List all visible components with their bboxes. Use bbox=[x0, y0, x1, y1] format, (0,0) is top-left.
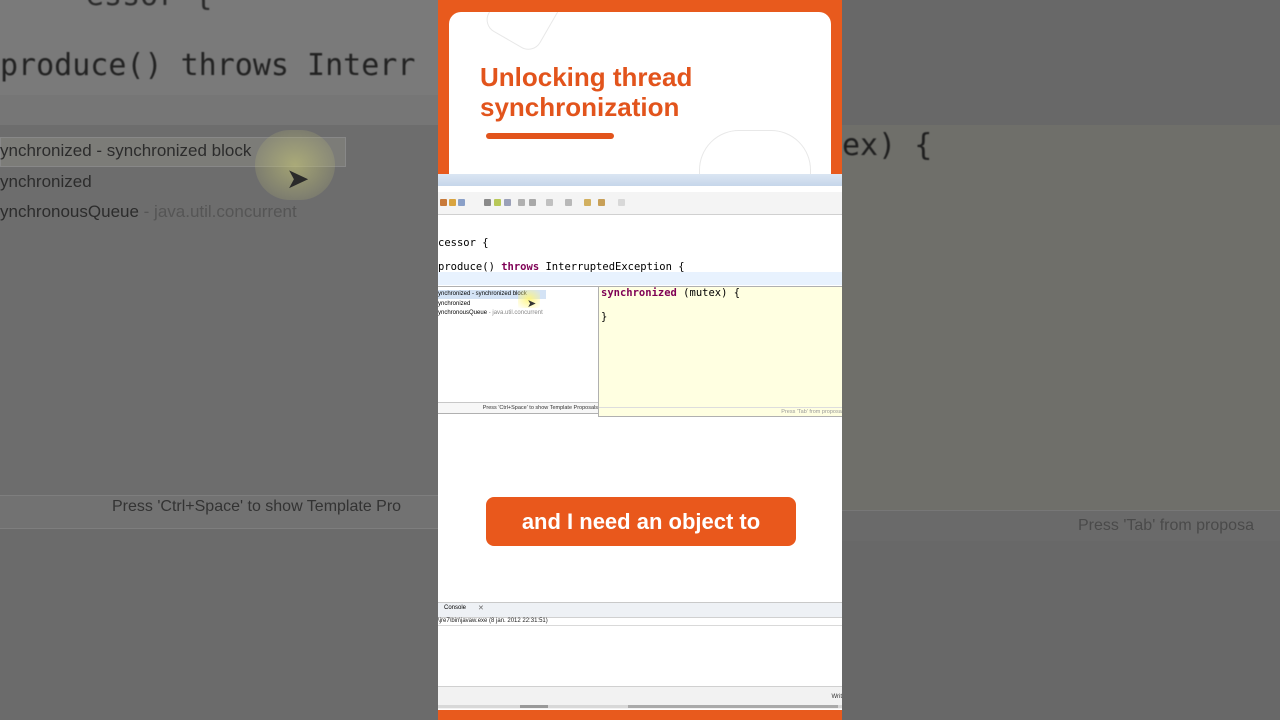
tab-console[interactable]: Console bbox=[444, 605, 466, 611]
toolbar-icon[interactable] bbox=[518, 199, 525, 206]
proposal-item[interactable]: ynchronized bbox=[438, 300, 470, 309]
eclipse-window: cessor { produce() throws InterruptedExc… bbox=[438, 174, 842, 710]
preview-keyword: synchronized bbox=[601, 287, 677, 299]
mouse-pointer-icon: ➤ bbox=[527, 298, 537, 310]
current-line-highlight bbox=[438, 272, 842, 285]
background-left: essor { produce() throws Interr ynchroni… bbox=[0, 0, 438, 720]
scroll-thumb[interactable] bbox=[628, 705, 838, 708]
caption-subtitle: and I need an object to bbox=[486, 497, 796, 546]
card-title: Unlocking thread synchronization bbox=[480, 62, 780, 122]
card-title-line-1: Unlocking thread bbox=[480, 62, 693, 92]
bg-proposal-footer-text: Press 'Ctrl+Space' to show Template Pro bbox=[112, 498, 402, 515]
toolbar-icon[interactable] bbox=[484, 199, 491, 206]
toolbar-icon[interactable] bbox=[584, 199, 591, 206]
title-card: Unlocking thread synchronization bbox=[449, 12, 831, 174]
content-assist-popup: ynchronized - synchronized block ynchron… bbox=[438, 286, 599, 414]
bg-right-code: ex) { bbox=[842, 128, 933, 163]
bg-code-line-1: essor { bbox=[86, 0, 212, 13]
code-line-class: cessor { bbox=[438, 237, 489, 249]
proposal-footer: Press 'Ctrl+Space' to show Template Prop… bbox=[438, 402, 598, 413]
toolbar-icon[interactable] bbox=[440, 199, 447, 206]
card-title-line-2: synchronization bbox=[480, 92, 680, 122]
bg-right-footer: Press 'Tab' from proposa bbox=[1078, 517, 1254, 534]
title-underline bbox=[486, 133, 614, 139]
toolbar-icon[interactable] bbox=[598, 199, 605, 206]
toolbar-icon[interactable] bbox=[494, 199, 501, 206]
scroll-thumb[interactable] bbox=[520, 705, 548, 708]
toolbar bbox=[438, 192, 842, 215]
hexagon-decoration-2 bbox=[699, 130, 811, 174]
preview-footer: Press 'Tab' from proposal bbox=[599, 407, 842, 416]
background-right: ex) { Press 'Tab' from proposa bbox=[842, 0, 1280, 720]
bg-proposal-2: ynchronized bbox=[0, 172, 92, 191]
proposal-package: - java.util.concurrent bbox=[487, 310, 543, 316]
bg-code-text: produce() throws Interr bbox=[0, 48, 416, 83]
proposal-name: ynchronousQueue bbox=[438, 310, 488, 316]
toolbar-icon[interactable] bbox=[449, 199, 456, 206]
hexagon-decoration bbox=[481, 12, 565, 55]
preview-rest: (mutex) { bbox=[676, 287, 741, 299]
bg-mouse-cursor-icon: ➤ bbox=[286, 163, 310, 194]
toolbar-icon[interactable] bbox=[529, 199, 536, 206]
bg-proposal-1: ynchronized - synchronized block bbox=[0, 141, 252, 160]
toolbar-icon[interactable] bbox=[565, 199, 572, 206]
toolbar-icon[interactable] bbox=[546, 199, 553, 206]
preview-line-2: } bbox=[601, 311, 608, 323]
preview-line-1: synchronized (mutex) { bbox=[601, 287, 740, 299]
proposal-preview: synchronized (mutex) { } Press 'Tab' fro… bbox=[598, 286, 842, 417]
bg-proposal-3-name: ynchronousQueue bbox=[0, 202, 139, 221]
toolbar-icon[interactable] bbox=[618, 199, 625, 206]
bg-editor-highlight bbox=[0, 95, 438, 125]
bg-proposal-3: ynchronousQueue - java.util.concurrent bbox=[0, 202, 297, 222]
toolbar-icon[interactable] bbox=[504, 199, 511, 206]
proposal-item[interactable]: ynchronousQueue - java.util.concurrent bbox=[438, 309, 543, 318]
bg-code-line-2: produce() throws Interr bbox=[0, 48, 415, 83]
video-panel: Unlocking thread synchronization cessor … bbox=[438, 0, 842, 720]
console-tab-bar: Console ✕ bbox=[438, 602, 842, 618]
window-title-bar bbox=[438, 174, 842, 186]
console-output: \jre7\bin\javaw.exe (8 jan. 2012 22:31:5… bbox=[438, 618, 548, 624]
toolbar-icon[interactable] bbox=[458, 199, 465, 206]
bg-proposal-3-pkg: - java.util.concurrent bbox=[138, 202, 297, 221]
divider bbox=[438, 625, 842, 626]
bg-preview-area bbox=[842, 125, 1280, 510]
close-icon[interactable]: ✕ bbox=[478, 604, 484, 612]
status-text: Writ bbox=[831, 694, 842, 700]
